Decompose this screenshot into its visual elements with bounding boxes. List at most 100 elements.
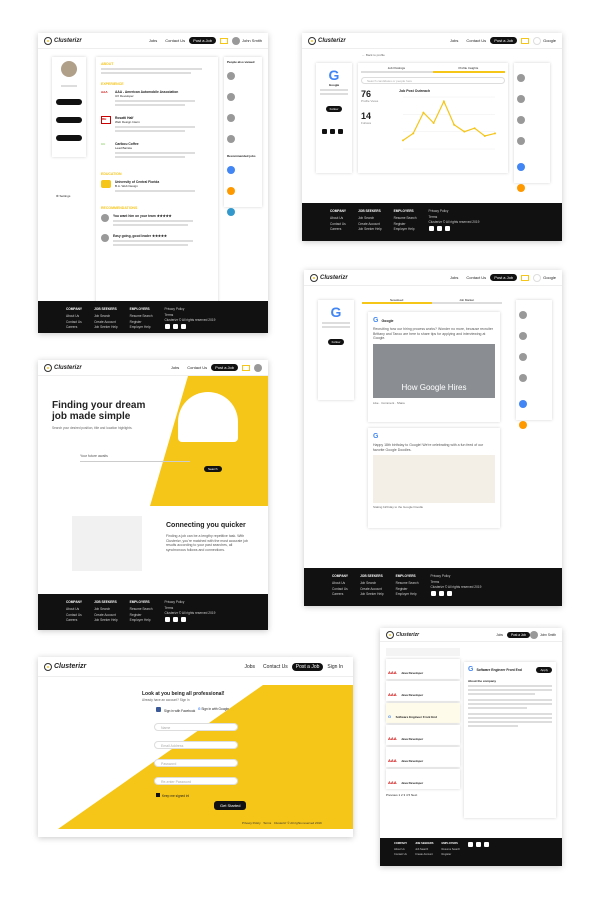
facebook-icon[interactable] bbox=[322, 129, 327, 134]
post-job-button[interactable]: Post a Job bbox=[490, 37, 518, 44]
doodle-image[interactable] bbox=[373, 455, 495, 504]
listing-4[interactable]: AAA Java Developer bbox=[386, 747, 460, 767]
facebook-signin-button[interactable]: Sign in with Facebook bbox=[156, 707, 195, 713]
job-detail: G Software Engineer Front End Apply About… bbox=[464, 662, 556, 818]
nav-jobs[interactable]: Jobs bbox=[496, 633, 503, 637]
tab-profile-insights[interactable]: Profile Insights bbox=[459, 66, 479, 70]
confirm-password-field[interactable]: Re-enter Password bbox=[154, 777, 238, 785]
reviewer-avatar bbox=[101, 214, 109, 222]
company-sidebar: G Google Follow bbox=[316, 63, 352, 173]
logo[interactable]: Clusterizr bbox=[44, 662, 86, 671]
listing-3[interactable]: AAA Java Developer bbox=[386, 725, 460, 745]
mail-icon[interactable] bbox=[521, 37, 530, 44]
mail-icon[interactable] bbox=[521, 274, 530, 281]
search-button[interactable]: Search bbox=[204, 466, 222, 472]
terms-link[interactable]: Terms bbox=[263, 821, 271, 825]
get-started-button[interactable]: Get Started bbox=[214, 801, 247, 810]
instagram-icon[interactable] bbox=[436, 225, 442, 231]
twitter-icon[interactable] bbox=[446, 590, 452, 596]
name-field[interactable]: Name bbox=[154, 723, 238, 731]
facebook-icon[interactable] bbox=[430, 590, 436, 596]
nav-jobs[interactable]: Jobs bbox=[149, 38, 157, 43]
password-field[interactable]: Password bbox=[154, 759, 238, 767]
tab-job-postings[interactable]: Job Postings bbox=[388, 66, 405, 70]
profile-button[interactable] bbox=[56, 99, 82, 105]
listing-2[interactable]: G Software Engineer Front End bbox=[386, 703, 460, 723]
nav-contact[interactable]: Contact Us bbox=[466, 38, 486, 43]
company-avatar[interactable] bbox=[533, 36, 542, 45]
listing-0[interactable]: AAA Java Developer bbox=[386, 659, 460, 679]
user-name: John Smith bbox=[241, 38, 262, 43]
logo[interactable]: Clusterizr bbox=[44, 363, 82, 372]
video-thumbnail[interactable]: How Google Hires bbox=[373, 344, 495, 399]
instagram-icon[interactable] bbox=[330, 129, 335, 134]
twitter-icon[interactable] bbox=[180, 323, 186, 329]
logo[interactable]: Clusterizr bbox=[386, 630, 419, 639]
back-link[interactable]: ← Back to profile bbox=[362, 53, 385, 57]
like-button[interactable]: Like bbox=[373, 401, 379, 405]
post-job-button[interactable]: Post a Job bbox=[211, 364, 238, 371]
post-job-button[interactable]: Post a Job bbox=[506, 631, 531, 638]
profile-button-3[interactable] bbox=[56, 135, 82, 141]
nav-contact[interactable]: Contact Us bbox=[187, 365, 207, 370]
instagram-icon[interactable] bbox=[438, 590, 444, 596]
logo[interactable]: Clusterizr bbox=[308, 36, 346, 45]
twitter-icon[interactable] bbox=[338, 129, 343, 134]
twitter-icon[interactable] bbox=[484, 842, 490, 847]
nav-contact[interactable]: Contact Us bbox=[466, 275, 486, 280]
search-bar[interactable] bbox=[386, 648, 460, 656]
connect-title: Connecting you quicker bbox=[166, 522, 246, 529]
facebook-icon[interactable] bbox=[468, 842, 474, 847]
avatar[interactable] bbox=[231, 36, 240, 45]
company-sidebar: G Follow bbox=[318, 300, 354, 400]
signin-link[interactable]: Already have an account? Sign In bbox=[142, 698, 190, 702]
logo[interactable]: Clusterizr bbox=[44, 36, 82, 45]
search-input[interactable]: Search candidates or people here bbox=[361, 77, 505, 84]
facebook-icon[interactable] bbox=[164, 616, 170, 622]
company-logo: AAA bbox=[388, 670, 397, 675]
nav-jobs[interactable]: Jobs bbox=[450, 275, 458, 280]
follow-button[interactable]: Follow bbox=[327, 339, 345, 345]
chart-series-line bbox=[402, 99, 496, 141]
nav-jobs[interactable]: Jobs bbox=[450, 38, 458, 43]
facebook-icon[interactable] bbox=[164, 323, 170, 329]
person-avatar bbox=[519, 311, 527, 319]
nav-contact[interactable]: Contact Us bbox=[165, 38, 185, 43]
search-input[interactable]: Your future awaits bbox=[80, 454, 190, 462]
top-nav: Clusterizr Jobs Contact Us Post a Job Jo… bbox=[38, 33, 268, 49]
share-button[interactable]: Share bbox=[397, 401, 405, 405]
company-avatar[interactable] bbox=[533, 273, 542, 282]
listing-1[interactable]: AAA Java Developer bbox=[386, 681, 460, 701]
instagram-icon[interactable] bbox=[172, 323, 178, 329]
email-field[interactable]: Email Address bbox=[154, 741, 238, 749]
nav-signin[interactable]: Sign In bbox=[327, 664, 343, 670]
post-job-button[interactable]: Post a Job bbox=[189, 37, 216, 44]
mail-icon[interactable] bbox=[242, 364, 250, 371]
google-signin-button[interactable]: G Sign in with Google bbox=[198, 707, 229, 711]
apply-button[interactable]: Apply bbox=[536, 667, 552, 673]
privacy-link[interactable]: Privacy Policy bbox=[242, 821, 261, 825]
pagination[interactable]: Previous 1 2 3 4 5 Next bbox=[386, 793, 460, 797]
avatar[interactable] bbox=[254, 363, 262, 372]
nav-jobs[interactable]: Jobs bbox=[244, 664, 255, 670]
post-job-button[interactable]: Post a Job bbox=[490, 274, 518, 281]
logo[interactable]: Clusterizr bbox=[310, 273, 348, 282]
facebook-icon[interactable] bbox=[428, 225, 434, 231]
twitter-icon[interactable] bbox=[444, 225, 450, 231]
twitter-icon[interactable] bbox=[180, 616, 186, 622]
nav-jobs[interactable]: Jobs bbox=[171, 365, 179, 370]
avatar[interactable] bbox=[530, 630, 539, 639]
follow-button[interactable]: Follow bbox=[325, 106, 343, 112]
remember-checkbox[interactable]: Keep me signed in! bbox=[156, 793, 189, 798]
feed-tabs: Newsfeed Job Market bbox=[362, 298, 502, 304]
listing-5[interactable]: AAA Java Developer bbox=[386, 769, 460, 789]
nav-contact[interactable]: Contact Us bbox=[263, 664, 288, 670]
instagram-icon[interactable] bbox=[172, 616, 178, 622]
comment-button[interactable]: Comment bbox=[381, 401, 394, 405]
post-job-button[interactable]: Post a Job bbox=[291, 662, 324, 671]
settings-link[interactable]: ⚙ Settings bbox=[56, 194, 82, 198]
mail-icon[interactable] bbox=[219, 37, 228, 44]
profile-button-2[interactable] bbox=[56, 117, 82, 123]
dashboard-page-card: Clusterizr Jobs Contact Us Post a Job Go… bbox=[302, 33, 562, 241]
instagram-icon[interactable] bbox=[476, 842, 482, 847]
